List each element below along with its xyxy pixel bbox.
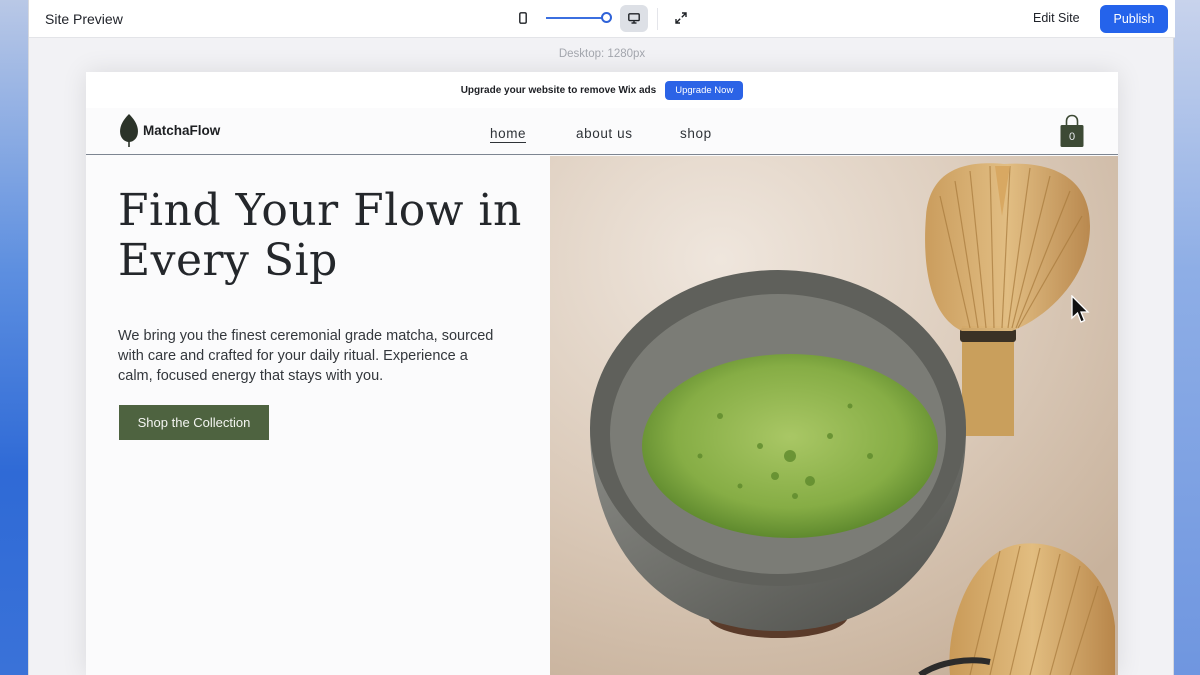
wix-ads-banner: Upgrade your website to remove Wix ads U… [86,72,1118,108]
desktop-background-right [1173,0,1200,675]
matcha-illustration [550,156,1118,675]
mobile-device-icon [519,12,527,24]
nav-about-us[interactable]: about us [576,126,633,141]
slider-handle[interactable] [601,12,612,23]
hero-text-section: Find Your Flow in Every Sip We bring you… [86,156,549,675]
preview-toolbar: Site Preview Edit Site Publish [29,0,1175,38]
toolbar-title: Site Preview [45,11,123,27]
site-preview-window: Site Preview Edit Site Publish Desktop: … [28,0,1175,675]
ads-banner-text: Upgrade your website to remove Wix ads [460,84,657,96]
shop-collection-button[interactable]: Shop the Collection [119,405,269,440]
edit-site-link[interactable]: Edit Site [1033,11,1080,25]
matcha-bowl-photo [550,156,1118,675]
nav-home[interactable]: home [490,126,527,143]
toolbar-divider [657,8,658,30]
desktop-monitor-icon [628,13,640,24]
expand-button[interactable] [671,8,691,28]
cart-button[interactable]: 0 [1058,114,1086,149]
mobile-view-button[interactable] [515,9,531,27]
publish-button[interactable]: Publish [1100,5,1168,33]
site-header: MatchaFlow home about us shop 0 [86,108,1118,155]
hero-headline: Find Your Flow in Every Sip [118,185,522,286]
nav-shop[interactable]: shop [680,126,712,141]
brand-name[interactable]: MatchaFlow [143,123,220,138]
desktop-view-button[interactable] [620,5,648,32]
mouse-pointer-icon [1071,295,1090,323]
upgrade-now-button[interactable]: Upgrade Now [665,80,744,100]
hero-description: We bring you the finest ceremonial grade… [118,328,494,384]
viewport-size-label: Desktop: 1280px [558,48,646,60]
website-preview-frame: Upgrade your website to remove Wix ads U… [86,72,1118,675]
cart-count: 0 [1068,131,1076,143]
desktop-background-left [0,0,30,675]
expand-arrows-icon [675,12,687,24]
leaf-icon[interactable] [118,113,140,148]
